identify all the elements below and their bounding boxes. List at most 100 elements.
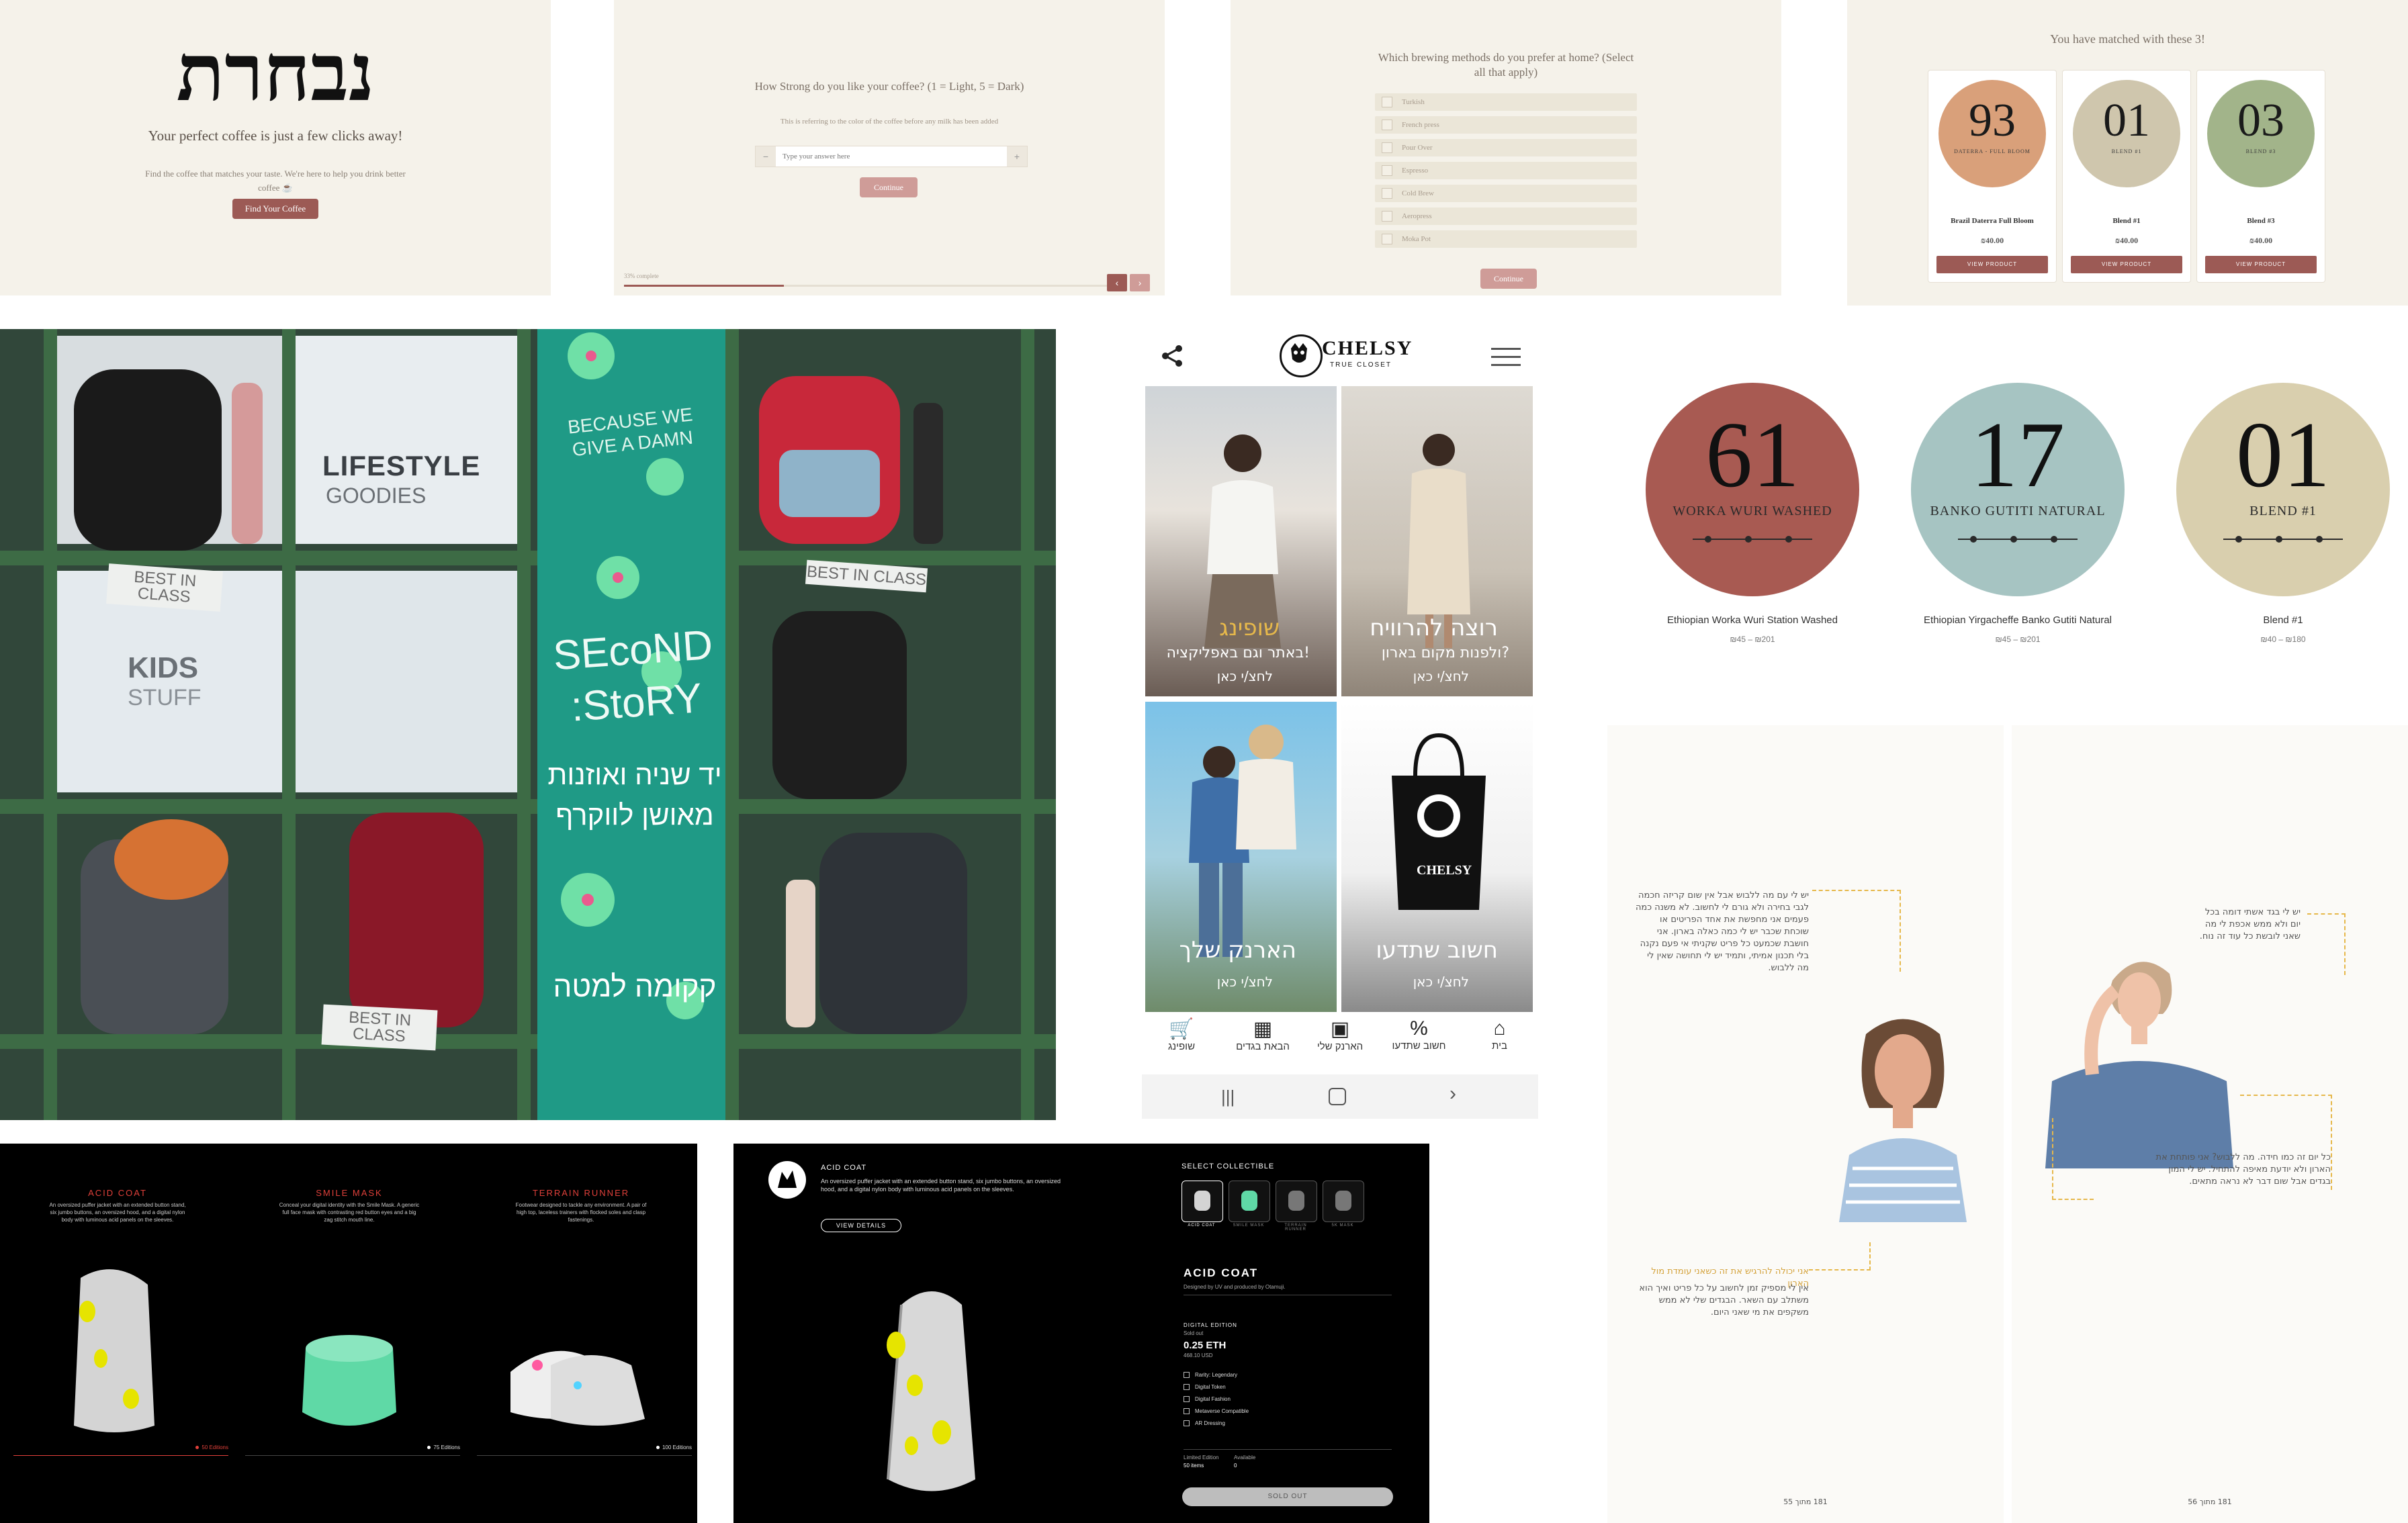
thumb-label: TERRAIN RUNNER: [1284, 1224, 1307, 1232]
nft-divider: [477, 1455, 692, 1456]
brew-option-label: French press: [1402, 121, 1439, 129]
tile-sell[interactable]: רוצה להרוויח ולפנות מקום בארון? לחצ/י כא…: [1341, 386, 1533, 696]
brew-option[interactable]: French press: [1375, 116, 1637, 134]
find-coffee-button[interactable]: Find Your Coffee: [232, 199, 318, 219]
bottom-nav: 🛒 שופינג ▦ הבאת בגדים ▣ הארנק שלי % חשוב…: [1142, 1017, 1538, 1071]
label-score: 17: [1971, 403, 2065, 507]
product-label-badge: 93 DATERRA - FULL BLOOM: [1938, 80, 2046, 187]
prev-button[interactable]: ‹: [1107, 274, 1127, 291]
editions-dot-icon: [195, 1446, 199, 1450]
feature-row: Digital Fashion: [1184, 1393, 1385, 1405]
nft-collection-panel: ACID COAT An oversized puffer jacket with…: [0, 1144, 697, 1523]
checkbox-icon[interactable]: [1382, 97, 1392, 108]
plus-button[interactable]: +: [1007, 146, 1027, 167]
collectible-thumb[interactable]: [1276, 1181, 1317, 1222]
item-name: ACID COAT: [1184, 1266, 1259, 1279]
feature-row: Digital Token: [1184, 1381, 1385, 1393]
label-score: 61: [1705, 403, 1799, 507]
progress-text: 33% complete: [624, 273, 659, 279]
nft-title: SMILE MASK: [316, 1188, 383, 1198]
nav-wallet[interactable]: ▣ הארנק שלי: [1303, 1017, 1377, 1052]
back-icon[interactable]: ›: [1450, 1082, 1456, 1105]
feature-icon: [1184, 1372, 1190, 1379]
feature-icon: [1184, 1408, 1190, 1415]
nft-description: An oversized puffer jacket with an exten…: [49, 1202, 186, 1223]
right-quote-2: כל יום זה כמו חידה. מה ללבוש? אני פותחת …: [2155, 1152, 2331, 1187]
tile-shopping-title: שופינג: [1219, 614, 1280, 641]
nav-bring-clothes[interactable]: ▦ הבאת בגדים: [1226, 1017, 1300, 1052]
nft-editions: 75 Editions: [380, 1444, 460, 1450]
feature-icon: [1184, 1384, 1190, 1391]
tile-sell-title: רוצה להרוויח: [1370, 614, 1498, 641]
home-icon[interactable]: [1329, 1088, 1346, 1105]
brew-option[interactable]: Moka Pot: [1375, 230, 1637, 248]
tile-shopping-cta: לחצ/י כאן: [1216, 668, 1273, 684]
banner-second-story: SEcoND :StoRY: [551, 621, 715, 731]
share-icon[interactable]: [1159, 342, 1186, 369]
strength-hint: This is referring to the color of the co…: [780, 118, 999, 126]
brew-option[interactable]: Cold Brew: [1375, 185, 1637, 202]
checkbox-icon[interactable]: [1382, 120, 1392, 131]
coffee-label-circle: 61 WORKA WURI WASHED: [1646, 383, 1859, 596]
brew-option-label: Turkish: [1402, 98, 1425, 106]
next-button[interactable]: ›: [1130, 274, 1150, 291]
store-display-photo: LIFESTYLE GOODIES KIDS STUFF BECAUSE WE …: [0, 329, 1056, 1120]
sign-kids: KIDS: [128, 651, 199, 684]
nav-shopping[interactable]: 🛒 שופינג: [1149, 1017, 1214, 1052]
thumb-shape-icon: [1335, 1191, 1351, 1211]
brew-option[interactable]: Aeropress: [1375, 207, 1637, 225]
tile-important[interactable]: CHELSY חשוב שתדעו לחצ/י כאן: [1341, 702, 1533, 1012]
result-card: 01 BLEND #1 Blend #1 ₪40.00 VIEW PRODUCT: [2062, 70, 2191, 283]
best-in-class-tag-3: BEST IN CLASS: [321, 1004, 438, 1051]
nft-title: TERRAIN RUNNER: [532, 1188, 630, 1198]
checkbox-icon[interactable]: [1382, 188, 1392, 199]
quiz-results-panel: You have matched with these 3! 93 DATERRA…: [1847, 0, 2408, 306]
brew-option[interactable]: Espresso: [1375, 162, 1637, 179]
thumb-label: 5K MASK: [1331, 1224, 1354, 1228]
badge-label: BLEND #3: [2245, 148, 2276, 154]
checkbox-icon[interactable]: [1382, 211, 1392, 222]
hanger-icon: ▦: [1253, 1018, 1273, 1040]
rule-dot: [2235, 536, 2242, 543]
brand-logo: נבחרת: [176, 30, 375, 118]
view-product-button[interactable]: VIEW PRODUCT: [2205, 256, 2317, 273]
brew-option[interactable]: Turkish: [1375, 93, 1637, 111]
continue-button[interactable]: Continue: [860, 177, 918, 197]
minus-button[interactable]: −: [756, 146, 776, 167]
nav-important[interactable]: % חשוב שתדעו: [1380, 1017, 1458, 1052]
checkbox-icon[interactable]: [1382, 142, 1392, 154]
answer-stepper[interactable]: − +: [755, 146, 1028, 167]
thumb-shape-icon: [1194, 1191, 1210, 1211]
brew-option[interactable]: Pour Over: [1375, 139, 1637, 156]
chelsy-app: CHELSY TRUE CLOSET שופינג באתר וגם באפלי…: [1142, 329, 1538, 1121]
view-product-button[interactable]: VIEW PRODUCT: [2071, 256, 2182, 273]
left-quote-1: יש לי עם מה ללבוש אבל אין שום קריזה חכמה…: [1635, 890, 1809, 973]
collectible-thumb[interactable]: [1323, 1181, 1364, 1222]
recent-apps-icon[interactable]: |||: [1221, 1087, 1235, 1107]
rule-dot: [1705, 536, 1711, 543]
nft-divider: [13, 1455, 228, 1456]
collectible-thumb[interactable]: [1229, 1181, 1270, 1222]
tile-shopping[interactable]: שופינג באתר וגם באפליקציה! לחצ/י כאן: [1145, 386, 1337, 696]
tile-wallet[interactable]: הארנק שלך לחצ/י כאן: [1145, 702, 1337, 1012]
menu-icon[interactable]: [1491, 345, 1521, 367]
checkbox-icon[interactable]: [1382, 234, 1392, 245]
feature-label: Rarity: Legendary: [1195, 1372, 1238, 1378]
sold-out-button[interactable]: SOLD OUT: [1182, 1487, 1393, 1506]
book-page-right: יש לי בגד אשתי דומה בכל יום ולא ממש אכפת…: [2012, 725, 2408, 1523]
nav-home[interactable]: ⌂ בית: [1468, 1017, 1531, 1052]
checkbox-icon[interactable]: [1382, 165, 1392, 177]
terrain-runner-thumb: [510, 1350, 645, 1426]
brewing-continue-button[interactable]: Continue: [1480, 269, 1537, 289]
collectible-thumb[interactable]: [1181, 1181, 1223, 1222]
view-product-button[interactable]: VIEW PRODUCT: [1936, 256, 2048, 273]
nav-home-label: בית: [1492, 1040, 1507, 1052]
tile-sell-cta: לחצ/י כאן: [1413, 668, 1469, 684]
editions-dot-icon: [656, 1446, 660, 1450]
store-icon: ⌂: [1493, 1017, 1506, 1040]
product-label-badge: 03 BLEND #3: [2207, 80, 2315, 187]
brew-option-label: Moka Pot: [1402, 235, 1431, 243]
answer-input[interactable]: [781, 148, 999, 165]
thumb-label: ACID COAT: [1188, 1224, 1216, 1228]
view-details-button[interactable]: VIEW DETAILS: [821, 1219, 901, 1232]
